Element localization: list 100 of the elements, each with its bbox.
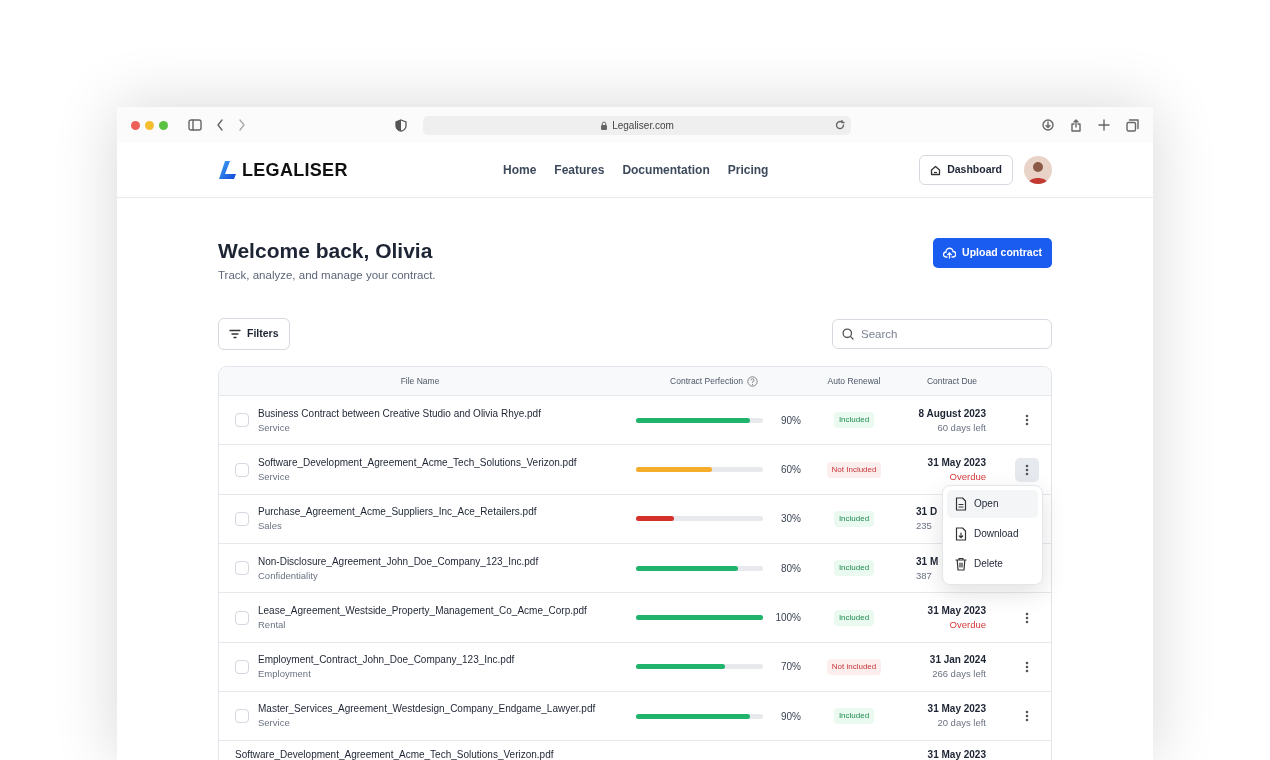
percent-text: 30%	[780, 512, 801, 527]
file-name[interactable]: Employment_Contract_John_Doe_Company_123_Inc.pdf	[258, 652, 515, 668]
menu-item[interactable]: Delete	[947, 549, 1038, 578]
filters-button[interactable]: Filters	[218, 318, 290, 351]
maximize-dot[interactable]	[159, 120, 168, 130]
due-date: 31 M	[916, 554, 939, 569]
contract-type: Confidentiality	[258, 568, 319, 583]
reload-icon[interactable]	[835, 120, 845, 130]
days-left: 266 days left	[931, 667, 986, 682]
page-title: Welcome back, Olivia	[218, 238, 434, 264]
document-icon	[955, 496, 967, 511]
row-checkbox[interactable]	[235, 610, 249, 625]
due-date: 31 May 2023	[926, 456, 986, 470]
column-header: Auto Renewal	[827, 374, 881, 388]
renewal-status: Included	[833, 560, 875, 577]
file-download-icon	[955, 526, 967, 541]
more-button[interactable]	[1015, 457, 1039, 482]
file-name[interactable]: Non-Disclosure_Agreement_John_Doe_Company_123_Inc.pdf	[258, 553, 539, 569]
cloud-upload-icon	[943, 246, 957, 259]
column-header: File Name	[400, 374, 440, 388]
row-checkbox[interactable]	[235, 659, 249, 674]
menu-item[interactable]: Open	[947, 489, 1038, 518]
avatar[interactable]	[1024, 156, 1052, 184]
kebab-icon	[1025, 660, 1029, 673]
contract-type: Employment	[258, 667, 312, 682]
kebab-icon	[1025, 611, 1029, 624]
row-checkbox[interactable]	[235, 561, 249, 576]
help-icon[interactable]	[746, 375, 758, 387]
close-dot[interactable]	[131, 120, 140, 130]
logo-icon[interactable]	[218, 160, 238, 180]
contract-type: Sales	[258, 519, 283, 534]
search-field[interactable]: Search	[832, 319, 1052, 350]
share-icon[interactable]	[1070, 118, 1082, 132]
home-icon	[930, 164, 942, 176]
row-checkbox[interactable]	[235, 709, 249, 724]
renewal-status: Included	[833, 510, 875, 527]
file-name[interactable]: Software_Development_Agreement_Acme_Tech_Solutions_Verizon.pdf	[258, 455, 577, 470]
search-icon	[842, 328, 854, 341]
overdue-status: Overdue	[948, 470, 986, 484]
renewal-status: Included	[833, 412, 875, 429]
file-name[interactable]: Master_Services_Agreement_Westdesign_Company_Endgame_Lawyer.pdf	[258, 701, 596, 717]
percent-text: 90%	[780, 413, 801, 428]
file-name[interactable]: Lease_Agreement_Westside_Property_Management_Co_Acme_Corp.pdf	[258, 602, 587, 618]
contract-type: Service	[258, 716, 291, 731]
renewal-status: Included	[833, 708, 875, 725]
nav-link[interactable]: Home	[503, 161, 537, 179]
file-name[interactable]: Software_Development_Agreement_Acme_Tech_Solutions_Verizon.pdf	[235, 747, 554, 760]
upload-button[interactable]: Upload contract	[933, 238, 1052, 268]
trash-icon	[955, 556, 967, 571]
percent-text: 80%	[780, 561, 801, 576]
page-subtitle: Track, analyze, and manage your contract.	[218, 268, 436, 284]
kebab-icon	[1025, 710, 1029, 723]
days-left: 387	[916, 568, 932, 583]
plus-icon[interactable]	[1098, 119, 1110, 131]
contract-type: Service	[258, 470, 291, 484]
column-header: Contract Due	[926, 374, 978, 388]
percent-text: 100%	[774, 611, 801, 625]
percent-text: 90%	[780, 709, 801, 724]
renewal-status: Not included	[826, 658, 882, 675]
overdue-status: Overdue	[948, 617, 986, 632]
nav-link[interactable]: Pricing	[727, 161, 769, 179]
minimize-dot[interactable]	[145, 120, 154, 130]
forward-icon[interactable]	[238, 119, 246, 131]
brand-name[interactable]: LEGALISER	[242, 156, 348, 184]
due-date: 31 Jan 2024	[928, 653, 986, 668]
percent-text: 60%	[780, 463, 801, 478]
sidebar-icon[interactable]	[188, 119, 202, 131]
days-left: 235	[916, 519, 932, 534]
renewal-status: Not Included	[826, 461, 882, 478]
row-checkbox[interactable]	[235, 413, 249, 428]
due-date: 31 May 2023	[926, 702, 986, 717]
row-checkbox[interactable]	[235, 462, 249, 477]
renewal-status: Included	[833, 609, 875, 626]
dashboard-button[interactable]: Dashboard	[919, 155, 1013, 185]
row-checkbox[interactable]	[235, 511, 249, 526]
lock-icon	[600, 120, 609, 130]
nav-link[interactable]: Documentation	[622, 161, 710, 179]
due-date: 31 D	[916, 505, 938, 520]
due-date: 31 May 2023	[926, 603, 986, 618]
file-name[interactable]: Purchase_Agreement_Acme_Suppliers_Inc_Ace_Retailers.pdf	[258, 504, 537, 520]
address-bar[interactable]: Legaliser.com	[423, 115, 851, 135]
kebab-icon	[1025, 414, 1029, 427]
days-left: 20 days left	[936, 716, 986, 731]
percent-text: 70%	[780, 660, 801, 675]
contract-type: Rental	[258, 617, 287, 632]
tabs-icon[interactable]	[1126, 118, 1139, 132]
menu-item[interactable]: Download	[947, 519, 1038, 548]
kebab-icon	[1025, 463, 1029, 476]
nav-link[interactable]: Features	[554, 161, 605, 179]
back-icon[interactable]	[216, 119, 224, 131]
due-date: 8 August 2023	[917, 406, 986, 421]
file-name[interactable]: Business Contract between Creative Studio and Olivia Rhye.pdf	[258, 405, 541, 421]
filter-icon	[229, 329, 241, 340]
due-date: 31 May 2023	[926, 748, 986, 760]
download-icon[interactable]	[1042, 119, 1054, 131]
days-left: 60 days left	[936, 420, 986, 435]
shield-icon[interactable]	[395, 118, 407, 132]
url-text: Legaliser.com	[612, 118, 674, 133]
contract-type: Service	[258, 420, 291, 435]
column-header: Contract Perfection	[670, 374, 743, 388]
